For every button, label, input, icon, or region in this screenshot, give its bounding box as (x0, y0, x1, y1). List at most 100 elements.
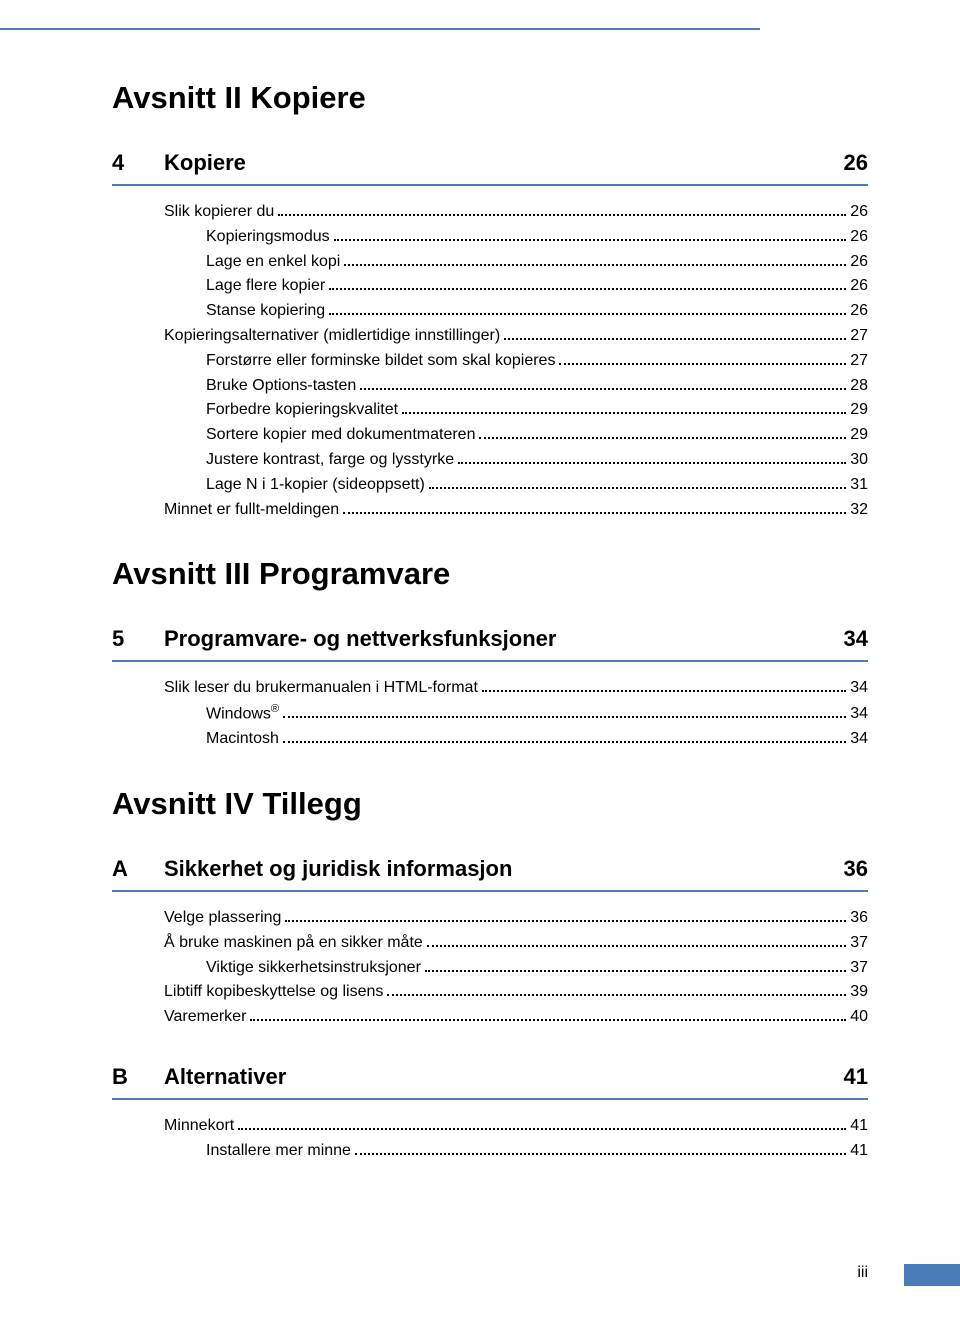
toc-entry-page: 37 (850, 956, 868, 981)
toc-entry-label: Bruke Options-tasten (206, 374, 356, 399)
toc-dot-leader (343, 499, 846, 513)
toc-entry[interactable]: Windows® 34 (112, 701, 868, 727)
toc-dot-leader (329, 301, 846, 315)
toc-entry[interactable]: Lage en enkel kopi 26 (112, 250, 868, 275)
chapter-underline (112, 1098, 868, 1100)
toc-entry-page: 29 (850, 398, 868, 423)
toc-entry[interactable]: Varemerker 40 (112, 1005, 868, 1030)
chapter-heading[interactable]: ASikkerhet og juridisk informasjon36 (112, 856, 868, 888)
toc-entry-label: Justere kontrast, farge og lysstyrke (206, 448, 454, 473)
toc-entry[interactable]: Kopieringsmodus 26 (112, 225, 868, 250)
toc-dot-leader (387, 982, 846, 996)
toc-dot-leader (482, 678, 846, 692)
toc-entry[interactable]: Viktige sikkerhetsinstruksjoner37 (112, 956, 868, 981)
toc-entry-page: 27 (850, 324, 868, 349)
toc-dot-leader (355, 1140, 846, 1154)
toc-entry-label: Kopieringsmodus (206, 225, 330, 250)
toc-entry[interactable]: Installere mer minne 41 (112, 1139, 868, 1164)
toc-entry[interactable]: Lage N i 1-kopier (sideoppsett) 31 (112, 473, 868, 498)
toc-dot-leader (479, 425, 846, 439)
toc-dot-leader (278, 202, 846, 216)
toc-dot-leader (283, 704, 846, 718)
toc-entry-page: 26 (850, 250, 868, 275)
toc-entry-page: 39 (850, 980, 868, 1005)
chapter-title: Kopiere (164, 150, 844, 176)
toc-entry[interactable]: Minnekort 41 (112, 1114, 868, 1139)
toc-dot-leader (238, 1116, 846, 1130)
toc-entry-page: 31 (850, 473, 868, 498)
toc-entry-label: Stanse kopiering (206, 299, 325, 324)
chapter-heading[interactable]: 4Kopiere26 (112, 150, 868, 182)
toc-entry[interactable]: Slik leser du brukermanualen i HTML-form… (112, 676, 868, 701)
chapter: 4Kopiere26Slik kopierer du26Kopieringsmo… (112, 150, 868, 522)
chapter-heading[interactable]: 5Programvare- og nettverksfunksjoner34 (112, 626, 868, 658)
toc-entry-label: Kopieringsalternativer (midlertidige inn… (164, 324, 500, 349)
toc-entry[interactable]: Forbedre kopieringskvalitet 29 (112, 398, 868, 423)
toc-entry-page: 30 (850, 448, 868, 473)
toc-entry-page: 34 (850, 676, 868, 701)
toc-entry-page: 34 (850, 702, 868, 727)
page-number: iii (857, 1264, 868, 1282)
toc-entry[interactable]: Minnet er fullt-meldingen 32 (112, 498, 868, 523)
toc-entry[interactable]: Libtiff kopibeskyttelse og lisens39 (112, 980, 868, 1005)
chapter-page: 41 (844, 1064, 868, 1090)
chapter-page: 36 (844, 856, 868, 882)
toc-entry-label: Lage N i 1-kopier (sideoppsett) (206, 473, 425, 498)
toc-entry-page: 26 (850, 225, 868, 250)
toc-entry-label: Slik leser du brukermanualen i HTML-form… (164, 676, 478, 701)
toc-dot-leader (427, 932, 846, 946)
toc-list: Slik leser du brukermanualen i HTML-form… (112, 676, 868, 752)
toc-dot-leader (429, 474, 846, 488)
toc-entry-label: Forbedre kopieringskvalitet (206, 398, 398, 423)
toc-entry[interactable]: Macintosh34 (112, 727, 868, 752)
toc-entry-page: 32 (850, 498, 868, 523)
toc-list: Slik kopierer du26Kopieringsmodus26Lage … (112, 200, 868, 522)
toc-entry-label: Installere mer minne (206, 1139, 351, 1164)
toc-entry-page: 28 (850, 374, 868, 399)
toc-entry[interactable]: Slik kopierer du26 (112, 200, 868, 225)
toc-entry-label: Sortere kopier med dokumentmateren (206, 423, 475, 448)
toc-entry[interactable]: Sortere kopier med dokumentmateren29 (112, 423, 868, 448)
chapter-heading[interactable]: BAlternativer41 (112, 1064, 868, 1096)
section-title: Avsnitt IV Tillegg (112, 786, 868, 822)
chapter-number: 4 (112, 150, 164, 176)
toc-entry-label: Velge plassering (164, 906, 281, 931)
toc-dot-leader (329, 276, 846, 290)
chapter-number: 5 (112, 626, 164, 652)
toc-entry-page: 41 (850, 1114, 868, 1139)
toc-dot-leader (283, 729, 846, 743)
toc-entry[interactable]: Kopieringsalternativer (midlertidige inn… (112, 324, 868, 349)
toc-list: Minnekort 41 Installere mer minne 41 (112, 1114, 868, 1164)
toc-content: Avsnitt II Kopiere4Kopiere26Slik kopiere… (0, 0, 960, 1164)
toc-entry[interactable]: Å bruke maskinen på en sikker måte37 (112, 931, 868, 956)
toc-entry-label: Varemerker (164, 1005, 246, 1030)
toc-entry-label: Minnet er fullt-meldingen (164, 498, 339, 523)
toc-entry-label: Minnekort (164, 1114, 234, 1139)
toc-dot-leader (250, 1007, 846, 1021)
toc-dot-leader (504, 326, 846, 340)
toc-entry-page: 40 (850, 1005, 868, 1030)
toc-entry[interactable]: Stanse kopiering26 (112, 299, 868, 324)
toc-entry-label: Windows® (206, 701, 279, 727)
toc-dot-leader (402, 400, 846, 414)
chapter-title: Sikkerhet og juridisk informasjon (164, 856, 844, 882)
chapter-underline (112, 184, 868, 186)
toc-entry-label: Forstørre eller forminske bildet som ska… (206, 349, 555, 374)
chapter-underline (112, 890, 868, 892)
toc-entry-label: Lage flere kopier (206, 274, 325, 299)
toc-dot-leader (425, 957, 846, 971)
toc-entry-label: Lage en enkel kopi (206, 250, 340, 275)
toc-entry-page: 41 (850, 1139, 868, 1164)
toc-entry[interactable]: Lage flere kopier26 (112, 274, 868, 299)
page-tab-decoration (904, 1264, 960, 1286)
toc-entry[interactable]: Forstørre eller forminske bildet som ska… (112, 349, 868, 374)
toc-entry[interactable]: Bruke Options-tasten 28 (112, 374, 868, 399)
toc-dot-leader (344, 251, 846, 265)
chapter-page: 34 (844, 626, 868, 652)
toc-list: Velge plassering36Å bruke maskinen på en… (112, 906, 868, 1030)
toc-entry-page: 27 (850, 349, 868, 374)
toc-entry[interactable]: Velge plassering36 (112, 906, 868, 931)
chapter-title: Programvare- og nettverksfunksjoner (164, 626, 844, 652)
toc-entry[interactable]: Justere kontrast, farge og lysstyrke 30 (112, 448, 868, 473)
chapter: 5Programvare- og nettverksfunksjoner34Sl… (112, 626, 868, 752)
